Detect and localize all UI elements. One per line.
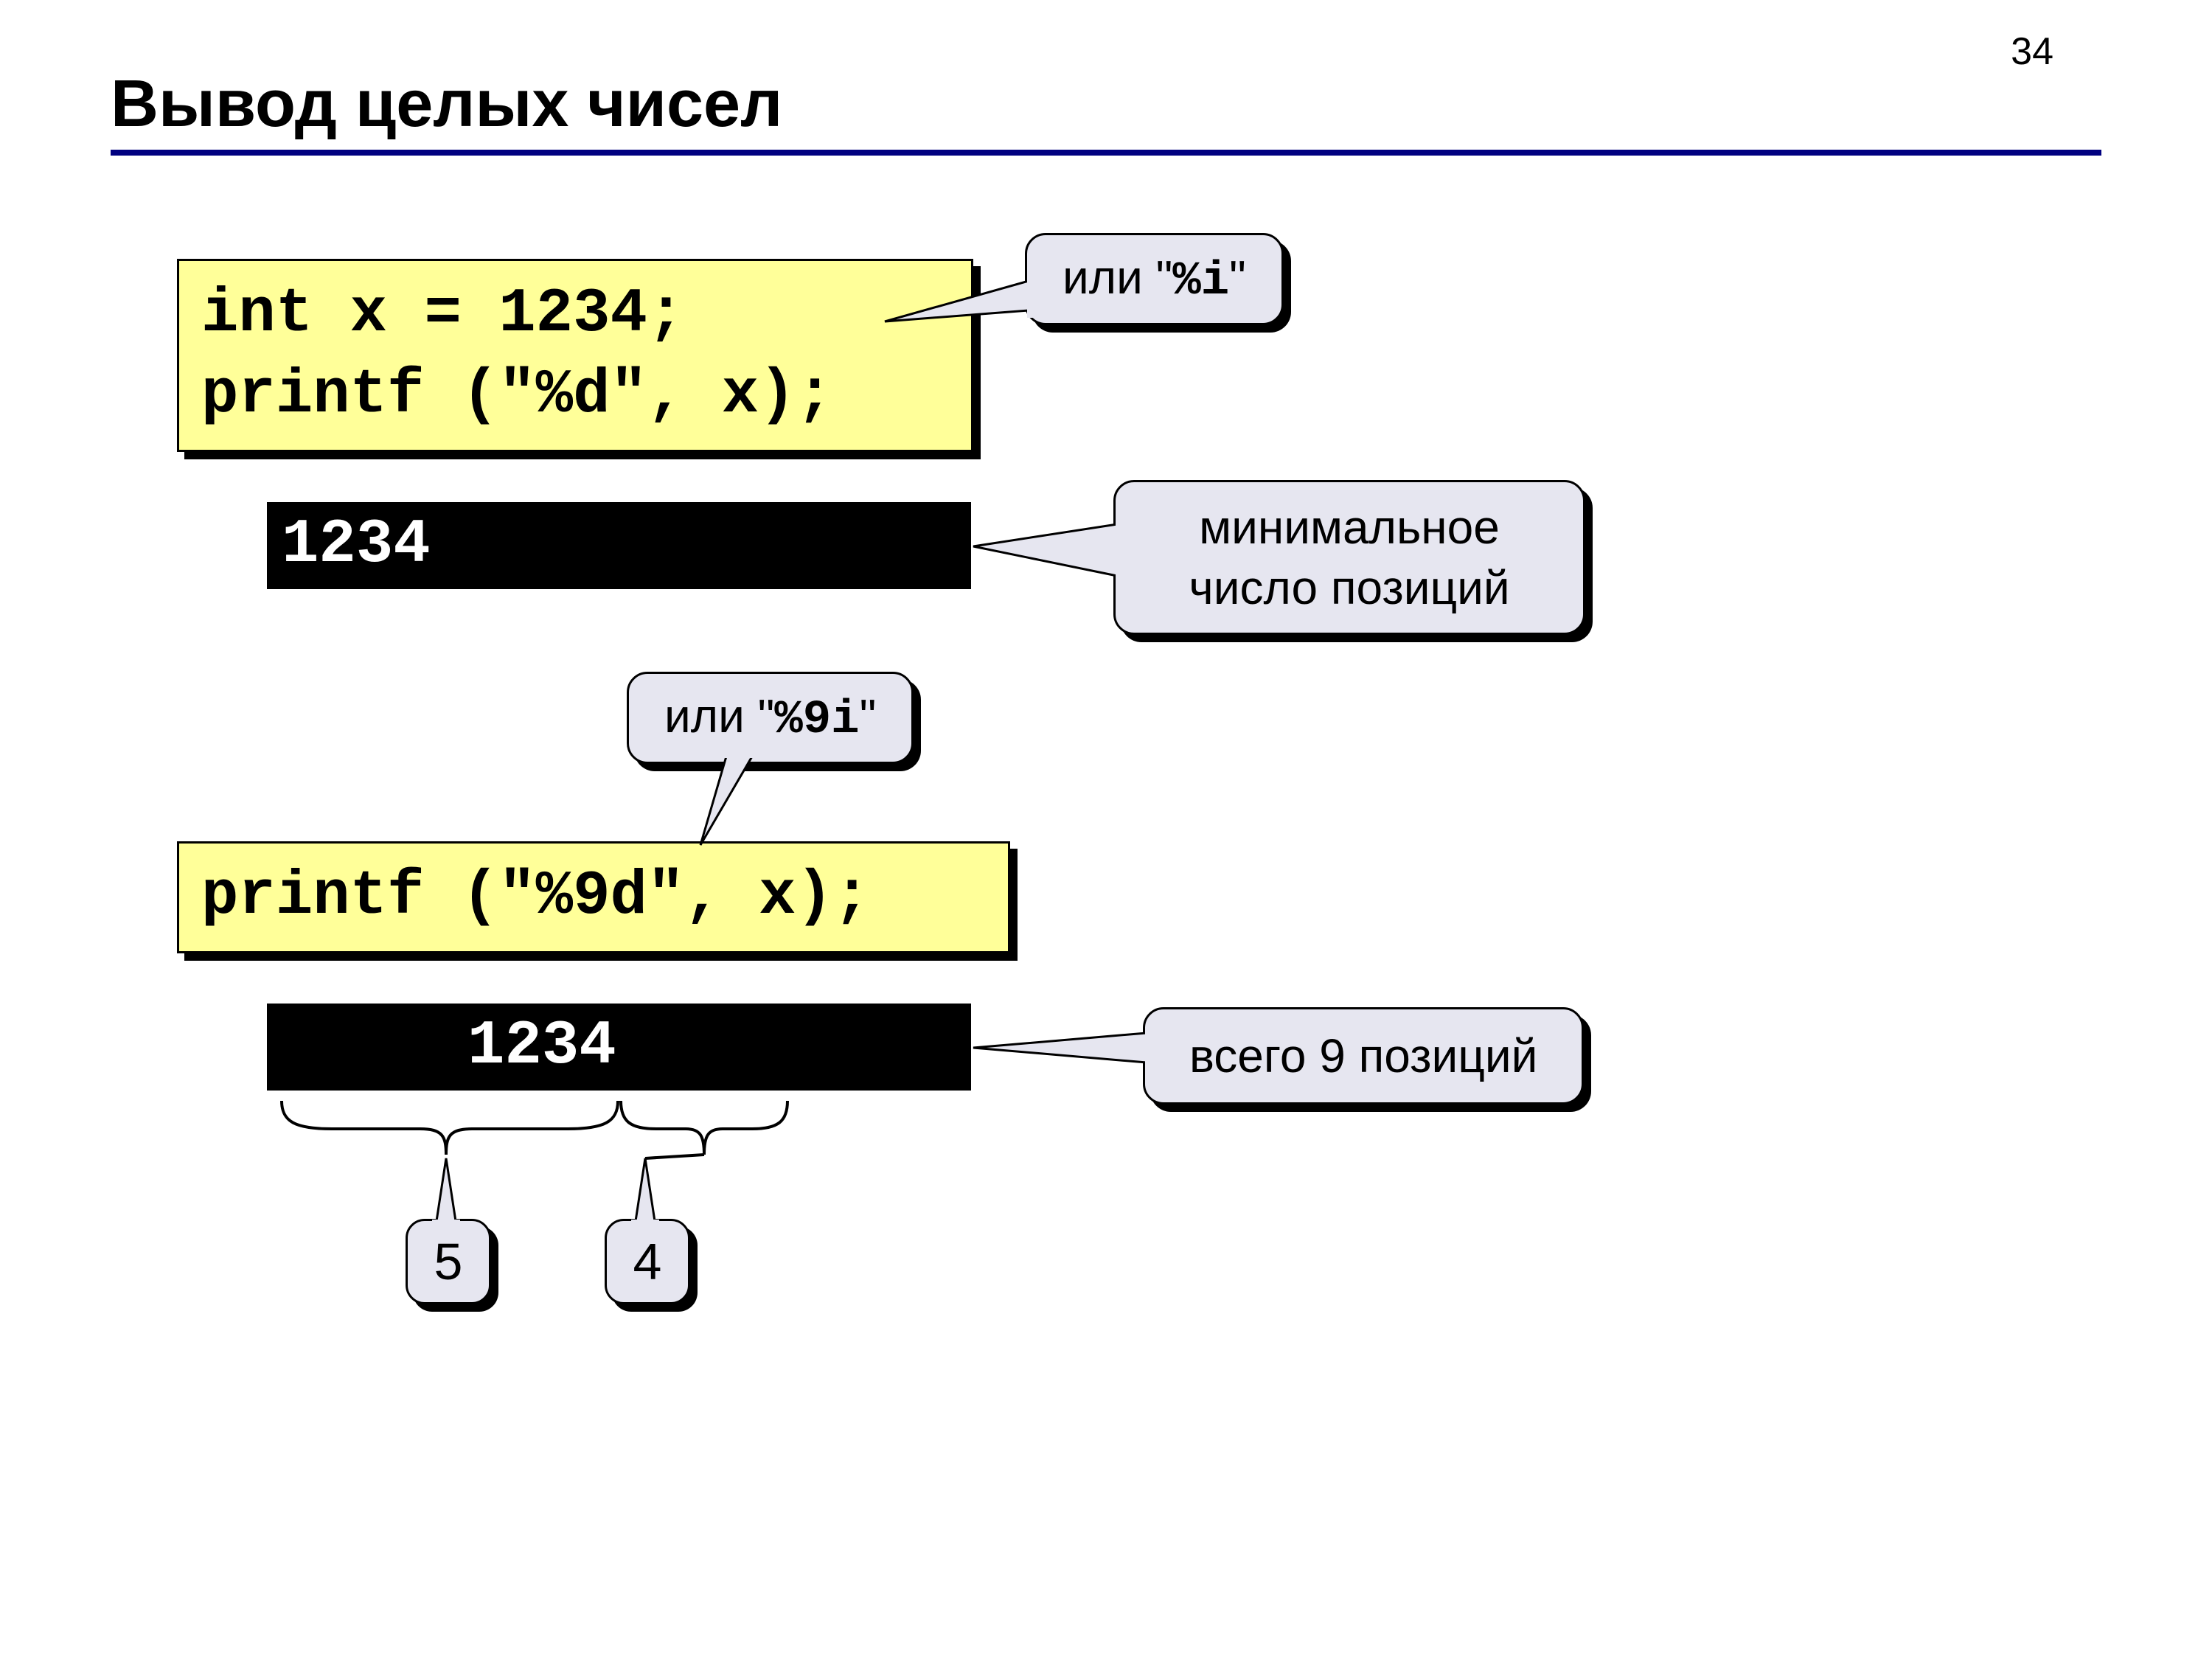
slide-title: Вывод целых чисел [111,66,2101,142]
callout-total-positions: всего 9 позиций [1143,1007,1584,1105]
brace-left [282,1101,618,1225]
callout-i-code: %i [1172,255,1229,308]
brace-count-left: 5 [406,1219,491,1304]
title-rule [111,150,2101,156]
brace-right [621,1101,787,1225]
callout-9i-prefix: или " [664,689,774,742]
code-block-1: int x = 1234; printf ("%d", x); [177,259,973,452]
callout-min-positions: минимальное число позиций [1113,480,1585,635]
pointer-min-positions [973,517,1123,583]
pointer-total-positions [973,1027,1152,1068]
callout-percent-9i: или "%9i" [627,672,914,764]
callout-i-suffix: " [1229,251,1246,304]
brace-count-right: 4 [605,1219,690,1304]
code1-line1: int x = 1234; [201,279,684,349]
slide-content: int x = 1234; printf ("%d", x); или "%i"… [111,156,2101,1557]
output-2: 1234 [267,1004,971,1091]
callout-9i-code: %9i [774,694,859,747]
code-block-2: printf ("%9d", x); [177,841,1010,953]
code1-line2: printf ("%d", x); [201,361,833,431]
callout-min-line2: число позиций [1145,557,1554,618]
callout-percent-i: или "%i" [1025,233,1284,325]
page-number: 34 [2011,29,2053,74]
callout-min-line1: минимальное [1145,497,1554,557]
callout-9i-suffix: " [860,689,877,742]
output-1: 1234 [267,502,971,589]
callout-i-prefix: или " [1062,251,1172,304]
